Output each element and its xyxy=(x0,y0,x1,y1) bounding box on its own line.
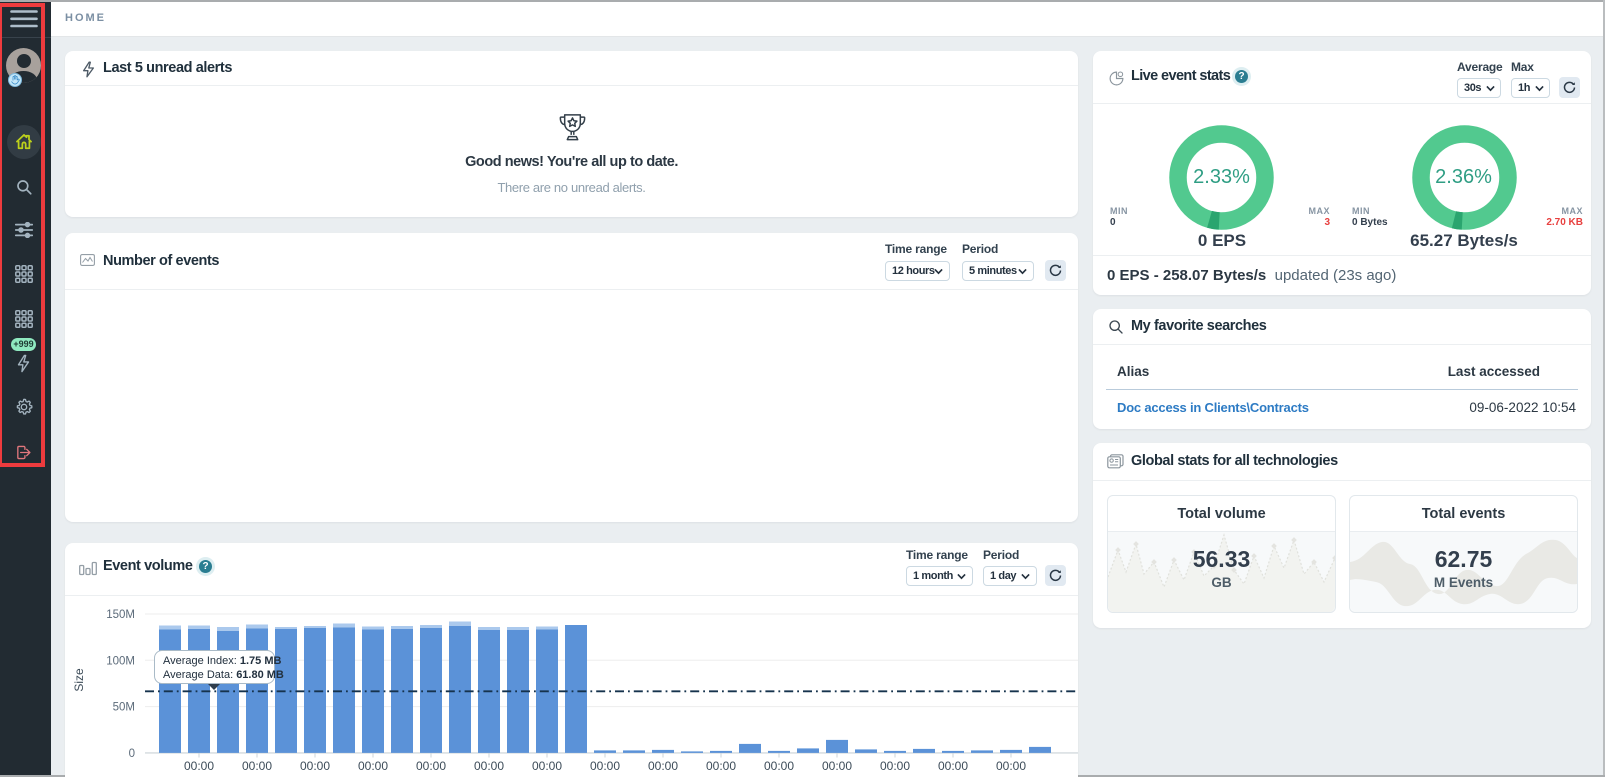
svg-text:00:00: 00:00 xyxy=(938,759,968,773)
svg-text:00:00: 00:00 xyxy=(184,759,214,773)
svg-text:0: 0 xyxy=(129,748,135,760)
svg-text:00:00: 00:00 xyxy=(706,759,736,773)
svg-text:Size: Size xyxy=(72,668,86,692)
svg-text:00:00: 00:00 xyxy=(474,759,504,773)
svg-text:50M: 50M xyxy=(113,702,135,714)
svg-text:150M: 150M xyxy=(106,609,135,621)
svg-text:100M: 100M xyxy=(106,655,135,667)
svg-text:00:00: 00:00 xyxy=(648,759,678,773)
svg-text:00:00: 00:00 xyxy=(996,759,1026,773)
svg-text:00:00: 00:00 xyxy=(242,759,272,773)
svg-text:00:00: 00:00 xyxy=(590,759,620,773)
svg-text:00:00: 00:00 xyxy=(822,759,852,773)
svg-text:00:00: 00:00 xyxy=(880,759,910,773)
svg-text:00:00: 00:00 xyxy=(532,759,562,773)
svg-text:00:00: 00:00 xyxy=(300,759,330,773)
svg-text:00:00: 00:00 xyxy=(416,759,446,773)
svg-text:00:00: 00:00 xyxy=(358,759,388,773)
svg-text:00:00: 00:00 xyxy=(764,759,794,773)
